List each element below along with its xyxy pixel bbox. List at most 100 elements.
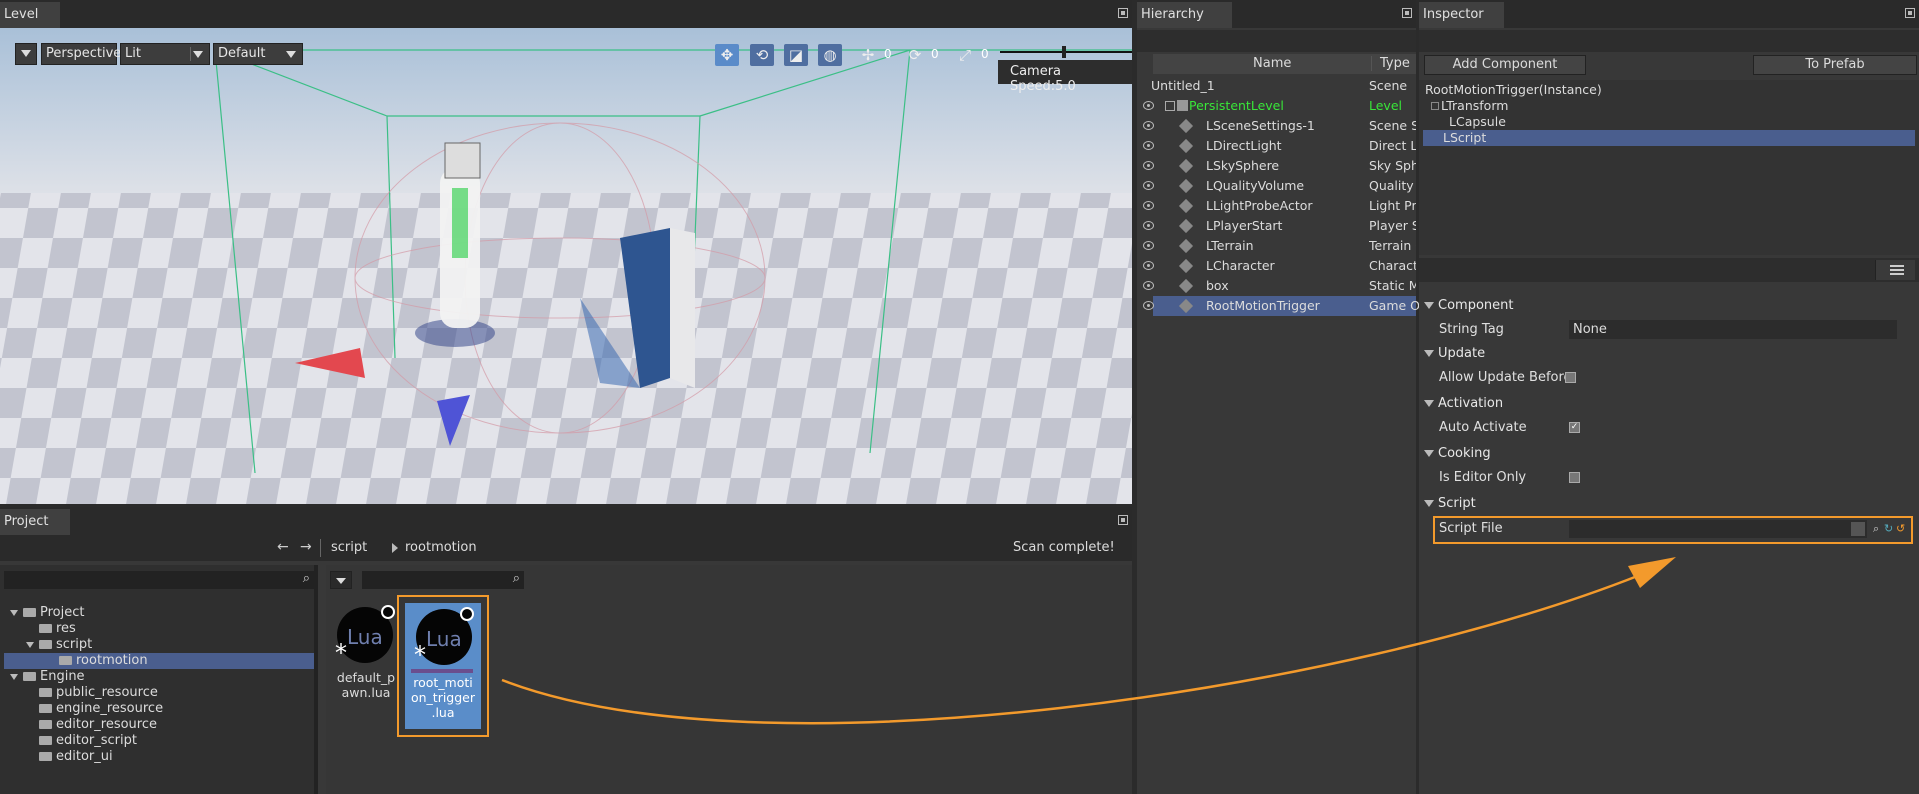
- section-script[interactable]: Script: [1419, 493, 1919, 515]
- browse-icon[interactable]: ↻: [1884, 522, 1893, 535]
- is-editor-only-checkbox[interactable]: [1569, 472, 1580, 483]
- scale-tool-icon[interactable]: ◪: [784, 44, 808, 66]
- folder-item[interactable]: res: [0, 621, 314, 637]
- move-tool-icon[interactable]: ✥: [715, 44, 739, 66]
- view-mode-button[interactable]: Perspective: [41, 43, 121, 65]
- breadcrumb-script[interactable]: script: [331, 540, 367, 555]
- string-tag-field[interactable]: None: [1569, 320, 1897, 339]
- tab-level[interactable]: Level: [0, 2, 60, 28]
- hierarchy-row[interactable]: PersistentLevel Level: [1137, 96, 1416, 116]
- col-type-header[interactable]: Type: [1371, 56, 1410, 71]
- list-view-icon[interactable]: [1875, 260, 1915, 280]
- folder-item[interactable]: public_resource: [0, 685, 314, 701]
- visibility-eye-icon[interactable]: [1143, 301, 1154, 310]
- preset-value: Default: [218, 46, 266, 61]
- visibility-eye-icon[interactable]: [1143, 241, 1154, 250]
- folder-search-input[interactable]: ⌕: [4, 571, 314, 589]
- hierarchy-row[interactable]: LQualityVolume Quality Vo: [1137, 176, 1416, 196]
- visibility-eye-icon[interactable]: [1143, 281, 1154, 290]
- add-component-button[interactable]: Add Component: [1424, 55, 1586, 75]
- tab-hierarchy[interactable]: Hierarchy: [1137, 2, 1232, 28]
- breadcrumb-rootmotion[interactable]: rootmotion: [405, 540, 477, 555]
- snap-move-count: 0: [884, 47, 892, 61]
- pin-icon[interactable]: [1905, 8, 1915, 18]
- visibility-eye-icon[interactable]: [1143, 201, 1154, 210]
- tab-inspector[interactable]: Inspector: [1419, 2, 1504, 28]
- section-cooking[interactable]: Cooking: [1419, 443, 1919, 465]
- expand-icon[interactable]: [10, 609, 18, 616]
- pin-icon[interactable]: [1118, 8, 1128, 18]
- chevron-down-icon[interactable]: [1851, 522, 1865, 536]
- visibility-eye-icon[interactable]: [1143, 121, 1154, 130]
- visibility-eye-icon[interactable]: [1143, 141, 1154, 150]
- file-item-root-motion-trigger[interactable]: Lua * root_moti on_trigger .lua: [397, 595, 489, 737]
- tree-item-capsule[interactable]: LCapsule: [1449, 114, 1506, 129]
- viewport-menu-button[interactable]: [15, 43, 37, 65]
- hierarchy-header: Name Type: [1153, 54, 1416, 74]
- scene-viewport[interactable]: Perspective Lit Default ✥ ⟲ ◪ ◍ ✢ 0 ⟳ 0 …: [0, 28, 1132, 504]
- hierarchy-row[interactable]: LLightProbeActor Light Prob: [1137, 196, 1416, 216]
- camera-speed-slider[interactable]: [1000, 46, 1132, 58]
- hierarchy-row[interactable]: box Static Mes: [1137, 276, 1416, 296]
- folder-item[interactable]: editor_script: [0, 733, 314, 749]
- folder-item[interactable]: script: [0, 637, 314, 653]
- snap-move-icon[interactable]: ✢: [856, 44, 880, 66]
- auto-activate-checkbox[interactable]: ✓: [1569, 422, 1580, 433]
- visibility-eye-icon[interactable]: [1143, 221, 1154, 230]
- tree-item-transform[interactable]: LTransform: [1431, 98, 1508, 113]
- hierarchy-row[interactable]: LTerrain Terrain Ob: [1137, 236, 1416, 256]
- visibility-eye-icon[interactable]: [1143, 181, 1154, 190]
- hierarchy-row[interactable]: LDirectLight Direct Ligh: [1137, 136, 1416, 156]
- forward-icon[interactable]: →: [300, 539, 312, 555]
- file-search-input[interactable]: ⌕: [362, 571, 524, 589]
- visibility-eye-icon[interactable]: [1143, 261, 1154, 270]
- folder-item[interactable]: engine_resource: [0, 701, 314, 717]
- section-update[interactable]: Update: [1419, 343, 1919, 365]
- preset-select[interactable]: Default: [213, 43, 303, 65]
- slider-handle[interactable]: [1062, 46, 1066, 58]
- section-activation[interactable]: Activation: [1419, 393, 1919, 415]
- hierarchy-item-type: Level: [1369, 98, 1402, 113]
- expand-icon[interactable]: [26, 641, 34, 648]
- hierarchy-item-name: LSkySphere: [1206, 158, 1280, 173]
- hierarchy-row[interactable]: RootMotionTrigger Game Obj: [1143, 296, 1431, 316]
- expand-icon[interactable]: [10, 673, 18, 680]
- to-prefab-button[interactable]: To Prefab: [1753, 55, 1917, 75]
- tree-item-script[interactable]: LScript: [1423, 130, 1915, 146]
- allow-update-checkbox[interactable]: [1565, 372, 1576, 383]
- hierarchy-search[interactable]: [1137, 30, 1416, 52]
- tab-project[interactable]: Project: [0, 509, 70, 535]
- folder-item[interactable]: Project: [0, 605, 314, 621]
- filter-dropdown[interactable]: [330, 571, 352, 589]
- hierarchy-item-name: PersistentLevel: [1189, 98, 1284, 113]
- hierarchy-row[interactable]: LPlayerStart Player Sta: [1137, 216, 1416, 236]
- visibility-eye-icon[interactable]: [1143, 101, 1154, 110]
- rotate-tool-icon[interactable]: ⟲: [750, 44, 774, 66]
- lighting-select[interactable]: Lit: [120, 43, 210, 65]
- world-space-icon[interactable]: ◍: [818, 44, 842, 66]
- snap-scale-icon[interactable]: ⤢: [953, 44, 977, 66]
- hierarchy-row[interactable]: LSkySphere Sky Spher: [1137, 156, 1416, 176]
- reset-icon[interactable]: ↺: [1896, 522, 1905, 535]
- folder-icon: [39, 720, 52, 729]
- search-icon[interactable]: ⌕: [1873, 522, 1879, 536]
- folder-item[interactable]: Engine: [0, 669, 314, 685]
- visibility-eye-icon[interactable]: [1143, 161, 1154, 170]
- level-expander-icon[interactable]: [1165, 101, 1175, 111]
- col-name-header[interactable]: Name: [1253, 56, 1291, 71]
- hierarchy-row[interactable]: Untitled_1 Scene: [1137, 76, 1416, 96]
- file-item-default-pawn[interactable]: Lua * default_p awn.lua: [331, 603, 401, 703]
- back-icon[interactable]: ←: [277, 539, 289, 555]
- snap-rotate-icon[interactable]: ⟳: [903, 44, 927, 66]
- tree-root[interactable]: RootMotionTrigger(Instance): [1425, 82, 1602, 97]
- script-file-field[interactable]: [1569, 520, 1867, 538]
- folder-item[interactable]: editor_ui: [0, 749, 314, 765]
- hierarchy-row[interactable]: LCharacter Character: [1137, 256, 1416, 276]
- folder-item[interactable]: rootmotion: [4, 653, 314, 669]
- section-component[interactable]: Component: [1419, 295, 1919, 317]
- pin-icon[interactable]: [1118, 515, 1128, 525]
- pin-icon[interactable]: [1402, 8, 1412, 18]
- tree-item-label: LTransform: [1441, 98, 1509, 113]
- folder-item[interactable]: editor_resource: [0, 717, 314, 733]
- hierarchy-row[interactable]: LSceneSettings-1 Scene Sett: [1137, 116, 1416, 136]
